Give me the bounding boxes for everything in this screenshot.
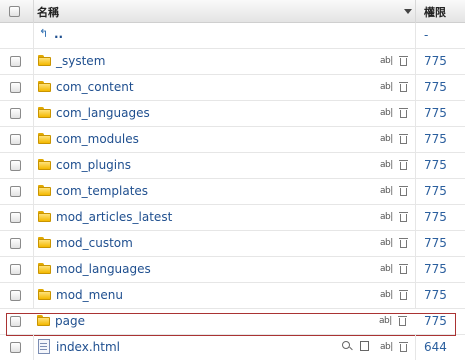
folder-icon	[38, 133, 51, 144]
folder-icon	[37, 315, 50, 326]
parent-directory-row[interactable]: ↰ .. -	[0, 23, 465, 49]
list-item[interactable]: mod_menu ab| 775	[0, 283, 465, 309]
list-item[interactable]: mod_articles_latest ab| 775	[0, 205, 465, 231]
rename-icon[interactable]: ab|	[380, 82, 393, 92]
rename-icon[interactable]: ab|	[380, 290, 393, 300]
folder-name-link[interactable]: com_modules	[56, 132, 139, 146]
permission-link[interactable]: 775	[424, 80, 447, 94]
list-item[interactable]: com_modules ab| 775	[0, 127, 465, 153]
rename-icon[interactable]: ab|	[380, 134, 393, 144]
permission-link[interactable]: 775	[424, 210, 447, 224]
trash-icon[interactable]	[399, 133, 408, 144]
preview-icon[interactable]	[342, 341, 350, 349]
select-all-checkbox[interactable]	[9, 6, 20, 17]
permission-link[interactable]: 775	[424, 54, 447, 68]
file-name-link[interactable]: index.html	[56, 340, 120, 354]
row-checkbox[interactable]	[10, 290, 21, 301]
list-item[interactable]: index.html ab| 644	[0, 335, 465, 361]
list-item[interactable]: _system ab| 775	[0, 49, 465, 75]
folder-name-link[interactable]: com_templates	[56, 184, 148, 198]
list-item[interactable]: com_languages ab| 775	[0, 101, 465, 127]
folder-icon	[38, 263, 51, 274]
folder-name-link[interactable]: mod_menu	[56, 288, 123, 302]
trash-icon[interactable]	[399, 107, 408, 118]
list-item-selected[interactable]: page ab| 775	[0, 309, 465, 336]
row-checkbox[interactable]	[10, 342, 21, 353]
folder-icon	[38, 55, 51, 66]
rename-icon[interactable]: ab|	[379, 316, 392, 326]
name-column-label: 名稱	[37, 6, 59, 19]
list-item[interactable]: com_plugins ab| 775	[0, 153, 465, 179]
folder-icon	[38, 81, 51, 92]
rename-icon[interactable]: ab|	[380, 212, 393, 222]
rename-icon[interactable]: ab|	[380, 108, 393, 118]
parent-directory-link[interactable]: ..	[54, 27, 63, 41]
permission-link[interactable]: 775	[424, 314, 447, 328]
row-checkbox[interactable]	[10, 212, 21, 223]
trash-icon[interactable]	[399, 341, 408, 352]
folder-name-link[interactable]: mod_custom	[56, 236, 133, 250]
permission-link[interactable]: 775	[424, 106, 447, 120]
folder-name-link[interactable]: com_content	[56, 80, 134, 94]
folder-name-link[interactable]: mod_languages	[56, 262, 151, 276]
trash-icon[interactable]	[399, 55, 408, 66]
row-checkbox[interactable]	[10, 82, 21, 93]
permission-link[interactable]: 775	[424, 288, 447, 302]
html-file-icon	[38, 339, 50, 354]
up-arrow-icon: ↰	[39, 27, 49, 40]
permission-column-header[interactable]: 權限	[424, 4, 446, 20]
trash-icon[interactable]	[399, 211, 408, 222]
row-checkbox[interactable]	[10, 134, 21, 145]
row-checkbox[interactable]	[10, 56, 21, 67]
folder-icon	[38, 185, 51, 196]
trash-icon[interactable]	[398, 315, 407, 326]
edit-icon[interactable]	[360, 341, 369, 351]
trash-icon[interactable]	[399, 237, 408, 248]
folder-icon	[38, 211, 51, 222]
folder-name-link[interactable]: com_languages	[56, 106, 150, 120]
row-checkbox[interactable]	[10, 108, 21, 119]
list-item[interactable]: com_content ab| 775	[0, 75, 465, 101]
rename-icon[interactable]: ab|	[380, 342, 393, 352]
folder-icon	[38, 107, 51, 118]
row-checkbox[interactable]	[10, 316, 21, 327]
folder-icon	[38, 159, 51, 170]
row-checkbox[interactable]	[10, 186, 21, 197]
permission-value: -	[424, 28, 429, 42]
trash-icon[interactable]	[399, 185, 408, 196]
list-item[interactable]: mod_custom ab| 775	[0, 231, 465, 257]
trash-icon[interactable]	[399, 81, 408, 92]
permission-link[interactable]: 644	[424, 340, 447, 354]
trash-icon[interactable]	[399, 289, 408, 300]
trash-icon[interactable]	[399, 159, 408, 170]
list-item[interactable]: mod_languages ab| 775	[0, 257, 465, 283]
trash-icon[interactable]	[399, 263, 408, 274]
permission-link[interactable]: 775	[424, 262, 447, 276]
rename-icon[interactable]: ab|	[380, 160, 393, 170]
row-checkbox[interactable]	[10, 160, 21, 171]
list-item[interactable]: com_templates ab| 775	[0, 179, 465, 205]
sort-desc-icon[interactable]	[404, 9, 412, 14]
folder-name-link[interactable]: page	[55, 314, 85, 328]
rename-icon[interactable]: ab|	[380, 238, 393, 248]
rename-icon[interactable]: ab|	[380, 56, 393, 66]
row-checkbox[interactable]	[10, 264, 21, 275]
permission-link[interactable]: 775	[424, 236, 447, 250]
folder-name-link[interactable]: _system	[56, 54, 105, 68]
file-list-header: 名稱 權限	[0, 0, 465, 23]
rename-icon[interactable]: ab|	[380, 186, 393, 196]
folder-name-link[interactable]: com_plugins	[56, 158, 131, 172]
name-column-header[interactable]: 名稱	[33, 0, 416, 23]
rename-icon[interactable]: ab|	[380, 264, 393, 274]
folder-icon	[38, 237, 51, 248]
permission-link[interactable]: 775	[424, 158, 447, 172]
permission-link[interactable]: 775	[424, 184, 447, 198]
row-checkbox[interactable]	[10, 238, 21, 249]
folder-name-link[interactable]: mod_articles_latest	[56, 210, 172, 224]
folder-icon	[38, 289, 51, 300]
permission-link[interactable]: 775	[424, 132, 447, 146]
